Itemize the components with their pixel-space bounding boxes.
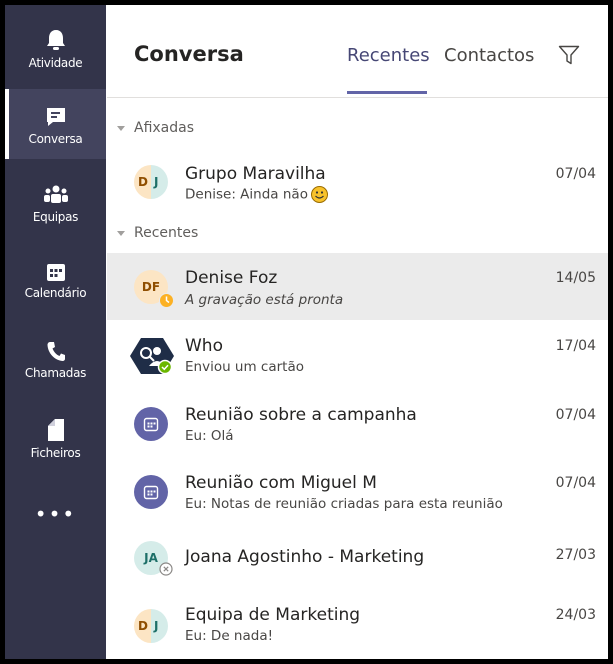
rail-label: Equipas xyxy=(32,210,79,224)
chat-row[interactable]: Reunião com Miguel M Eu: Notas de reuniã… xyxy=(107,458,608,525)
chevron-down-icon xyxy=(117,125,125,131)
rail-label: Chamadas xyxy=(24,366,87,380)
chat-icon xyxy=(46,108,65,126)
rail-item-calendar[interactable]: Calendário xyxy=(5,245,106,315)
app-rail: Atividade Conversa Equipas Calendário Ch… xyxy=(5,5,106,659)
chat-header: Conversa Recentes Contactos xyxy=(107,5,608,98)
chat-date: 27/03 xyxy=(555,547,596,563)
teams-icon xyxy=(43,185,68,203)
chat-date: 07/04 xyxy=(555,166,596,182)
rail-item-files[interactable]: Ficheiros xyxy=(5,401,106,471)
bot-avatar-icon xyxy=(130,338,174,375)
active-tab-indicator xyxy=(347,91,427,94)
avatar: DJ xyxy=(134,165,168,199)
phone-icon xyxy=(47,342,65,361)
file-icon xyxy=(47,419,64,441)
calendar-icon xyxy=(46,264,65,281)
section-recent[interactable]: Recentes xyxy=(117,225,198,241)
chat-name: Grupo Maravilha xyxy=(185,164,326,184)
chat-name: Equipa de Marketing xyxy=(185,605,361,625)
section-label: Recentes xyxy=(134,225,199,241)
chat-row[interactable]: DJ Equipa de Marketing Eu: De nada! 24/0… xyxy=(107,592,608,659)
more-apps-button[interactable]: ••• xyxy=(5,502,106,526)
away-status-icon xyxy=(159,293,174,308)
chat-name: Reunião sobre a campanha xyxy=(185,405,417,425)
teams-window: Atividade Conversa Equipas Calendário Ch… xyxy=(5,5,608,659)
section-pinned[interactable]: Afixadas xyxy=(117,120,194,136)
chat-name: Denise Foz xyxy=(185,268,278,288)
avatar: DJ xyxy=(134,609,168,643)
page-title: Conversa xyxy=(134,42,244,66)
chat-list-panel: Conversa Recentes Contactos Afixadas DJ … xyxy=(107,5,608,659)
chat-preview: A gravação está pronta xyxy=(185,292,344,308)
tab-contacts[interactable]: Contactos xyxy=(444,45,534,66)
chat-row[interactable]: Who Enviou um cartão 17/04 xyxy=(107,321,608,388)
rail-label: Calendário xyxy=(24,286,87,300)
bell-icon xyxy=(46,30,65,50)
chat-preview: Eu: De nada! xyxy=(185,628,274,644)
rail-label: Ficheiros xyxy=(30,446,81,460)
chat-preview: Eu: Olá xyxy=(185,428,234,444)
rail-label: Atividade xyxy=(28,56,83,70)
chat-name: Reunião com Miguel M xyxy=(185,473,377,493)
rail-item-calls[interactable]: Chamadas xyxy=(5,323,106,393)
chat-date: 07/04 xyxy=(555,475,596,491)
chevron-down-icon xyxy=(117,230,125,236)
rail-item-teams[interactable]: Equipas xyxy=(5,167,106,237)
section-label: Afixadas xyxy=(134,120,195,136)
chat-preview: Denise: Ainda não xyxy=(185,186,328,203)
chat-date: 24/03 xyxy=(555,607,596,623)
chat-date: 07/04 xyxy=(555,407,596,423)
smiley-icon xyxy=(310,186,328,203)
chat-preview: Eu: Notas de reunião criadas para esta r… xyxy=(185,496,503,512)
chat-date: 14/05 xyxy=(555,270,596,286)
chat-name: Who xyxy=(185,336,223,356)
tab-recent[interactable]: Recentes xyxy=(347,45,430,66)
meeting-icon xyxy=(143,485,159,500)
avatar xyxy=(134,475,168,509)
rail-label: Conversa xyxy=(28,132,83,146)
chat-row[interactable]: JA Joana Agostinho - Marketing 27/03 xyxy=(107,525,608,592)
avatar xyxy=(134,407,168,441)
meeting-icon xyxy=(143,417,159,432)
rail-item-activity[interactable]: Atividade xyxy=(5,11,106,81)
chat-row-selected[interactable]: DF Denise Foz A gravação está pronta 14/… xyxy=(107,253,608,320)
chat-row[interactable]: Reunião sobre a campanha Eu: Olá 07/04 xyxy=(107,390,608,457)
chat-date: 17/04 xyxy=(555,338,596,354)
filter-icon[interactable] xyxy=(558,45,580,65)
chat-row[interactable]: DJ Grupo Maravilha Denise: Ainda não 07/… xyxy=(107,145,608,212)
offline-status-icon xyxy=(159,562,173,576)
chat-preview: Enviou um cartão xyxy=(185,359,305,375)
rail-item-chat[interactable]: Conversa xyxy=(5,89,106,159)
chat-name: Joana Agostinho - Marketing xyxy=(185,547,425,567)
